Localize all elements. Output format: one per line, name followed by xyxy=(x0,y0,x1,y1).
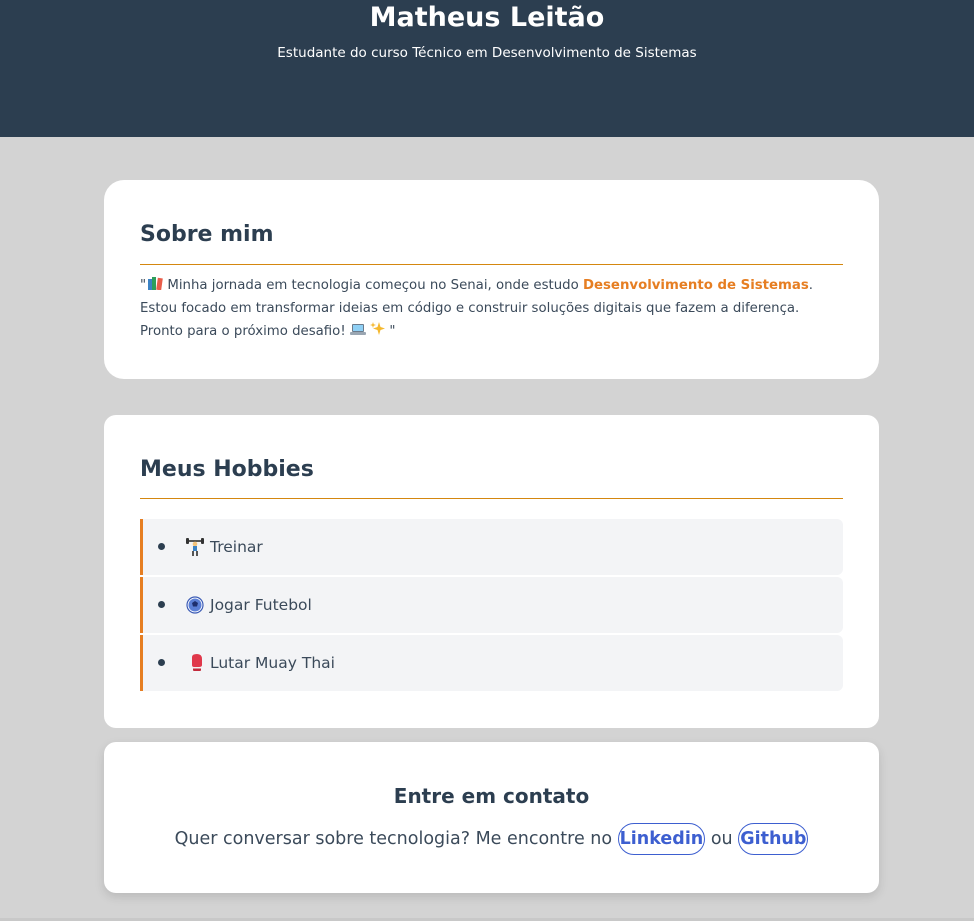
github-link[interactable]: Github xyxy=(738,823,809,855)
list-bullet xyxy=(158,659,165,666)
list-bullet xyxy=(158,601,165,608)
contact-text: Quer conversar sobre tecnologia? Me enco… xyxy=(104,822,879,856)
weightlifting-icon xyxy=(186,538,204,556)
hobbies-card: Meus Hobbies Treinar Jogar Futebol Lutar… xyxy=(104,415,879,728)
list-bullet xyxy=(158,543,165,550)
quote-open: " xyxy=(140,278,147,293)
hobbies-divider xyxy=(140,498,843,499)
about-text-before: Minha jornada em tecnologia começou no S… xyxy=(163,278,583,293)
hobby-item-muay-thai: Lutar Muay Thai xyxy=(140,635,843,691)
quote-close: " xyxy=(385,324,396,339)
about-text: " Minha jornada em tecnologia começou no… xyxy=(140,274,840,343)
about-divider xyxy=(140,264,843,265)
hobby-label: Jogar Futebol xyxy=(210,596,312,614)
soccer-ball-icon xyxy=(186,596,204,614)
hobby-label: Lutar Muay Thai xyxy=(210,654,335,672)
boxing-glove-icon xyxy=(192,654,202,671)
about-card: Sobre mim " Minha jornada em tecnologia … xyxy=(104,180,879,379)
contact-title: Entre em contato xyxy=(393,784,590,808)
sparkles-icon xyxy=(370,322,386,335)
page-title: Matheus Leitão xyxy=(369,2,605,33)
page-subtitle: Estudante do curso Técnico em Desenvolvi… xyxy=(277,45,697,61)
contact-prompt: Quer conversar sobre tecnologia? Me enco… xyxy=(174,829,618,849)
about-title: Sobre mim xyxy=(140,222,274,247)
books-icon xyxy=(148,277,163,291)
hobbies-title: Meus Hobbies xyxy=(140,457,314,482)
page-header: Matheus Leitão Estudante do curso Técnic… xyxy=(0,0,974,137)
contact-separator: ou xyxy=(705,829,739,849)
contact-card: Entre em contato Quer conversar sobre te… xyxy=(104,742,879,893)
laptop-icon xyxy=(349,324,366,335)
hobby-item-treinar: Treinar xyxy=(140,519,843,575)
about-highlight: Desenvolvimento de Sistemas xyxy=(582,278,809,293)
hobby-item-futebol: Jogar Futebol xyxy=(140,577,843,633)
linkedin-link[interactable]: Linkedin xyxy=(617,823,706,855)
hobby-label: Treinar xyxy=(210,538,263,556)
